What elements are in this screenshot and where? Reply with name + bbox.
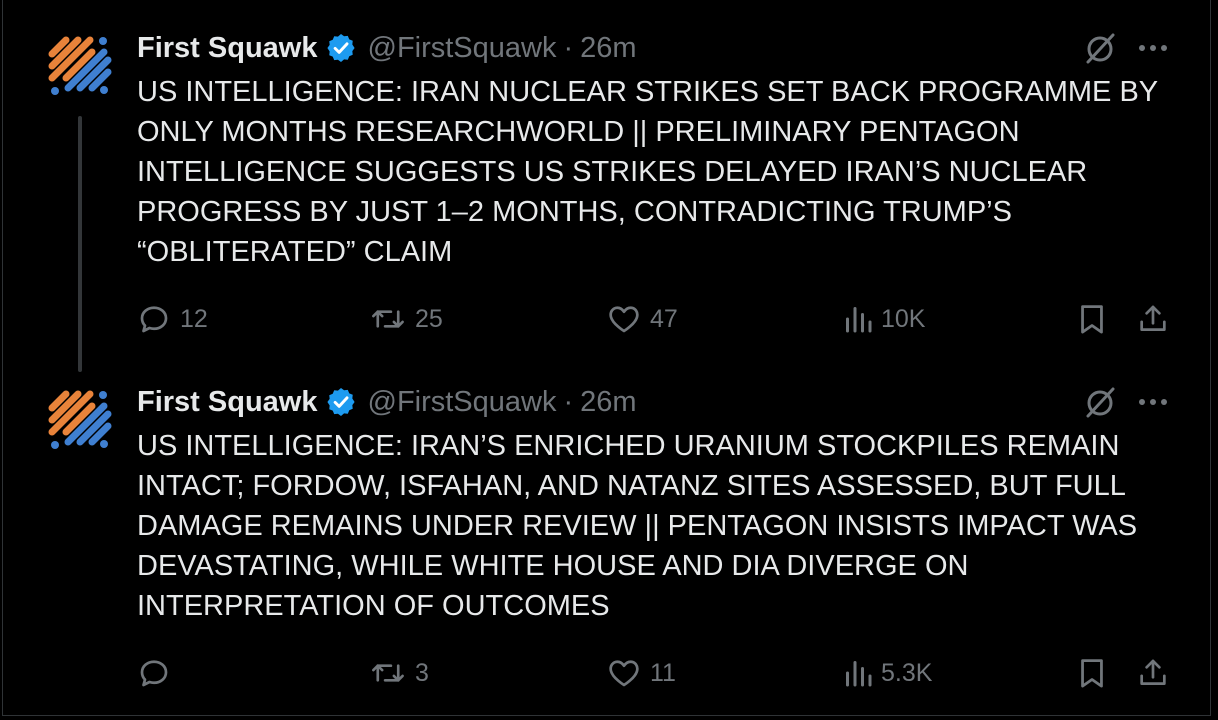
share-icon	[1140, 659, 1166, 685]
tweet-text: US INTELLIGENCE: IRAN’S ENRICHED URANIUM…	[137, 430, 1138, 622]
reply-count: 12	[180, 304, 208, 333]
like-button[interactable]: 11	[606, 650, 676, 696]
tweet-actions: 12 25 47 10K	[0, 296, 1218, 342]
like-count: 11	[650, 658, 676, 687]
reply-button[interactable]	[136, 650, 180, 696]
views-button[interactable]: 5.3K	[843, 650, 932, 696]
author-handle[interactable]: @FirstSquawk	[368, 386, 557, 419]
retweet-button[interactable]: 25	[369, 296, 443, 342]
heart-icon	[609, 660, 639, 687]
views-count: 5.3K	[881, 658, 933, 687]
separator-dot: ·	[563, 385, 574, 418]
author-handle[interactable]: @FirstSquawk	[368, 32, 557, 65]
author-name[interactable]: First Squawk	[137, 32, 318, 65]
share-button[interactable]	[1136, 296, 1170, 342]
author-name[interactable]: First Squawk	[137, 386, 318, 419]
retweet-count: 3	[415, 658, 429, 687]
tweet-timestamp[interactable]: 26m	[580, 386, 636, 419]
retweet-icon	[372, 310, 404, 328]
tweet-header: First Squawk @FirstSquawk · 26m	[137, 382, 637, 422]
verified-badge-icon	[325, 32, 357, 64]
first-squawk-logo-icon	[48, 390, 112, 449]
bookmark-button[interactable]	[1076, 296, 1108, 342]
heart-icon	[609, 306, 639, 333]
retweet-button[interactable]: 3	[369, 650, 429, 696]
bookmark-icon	[1081, 659, 1103, 688]
bookmark-button[interactable]	[1076, 650, 1108, 696]
tweet-text: US INTELLIGENCE: IRAN NUCLEAR STRIKES SE…	[137, 76, 1158, 268]
views-button[interactable]: 10K	[843, 296, 925, 342]
like-button[interactable]: 47	[606, 296, 678, 342]
verified-badge-icon	[325, 386, 357, 418]
tweet-header: First Squawk @FirstSquawk · 26m	[137, 28, 637, 68]
share-icon	[1140, 305, 1166, 331]
share-button[interactable]	[1136, 650, 1170, 696]
views-icon	[846, 661, 872, 687]
reply-icon	[140, 660, 168, 687]
more-options-icon[interactable]	[1136, 36, 1170, 60]
retweet-icon	[372, 664, 404, 682]
grok-icon[interactable]	[1082, 30, 1118, 66]
grok-icon[interactable]	[1082, 384, 1118, 420]
first-squawk-logo-icon	[48, 36, 112, 95]
like-count: 47	[650, 304, 678, 333]
avatar[interactable]	[44, 384, 116, 456]
views-count: 10K	[881, 304, 926, 333]
tweet-timestamp[interactable]: 26m	[580, 32, 636, 65]
more-options-icon[interactable]	[1136, 390, 1170, 414]
reply-button[interactable]: 12	[136, 296, 208, 342]
retweet-count: 25	[415, 304, 443, 333]
avatar[interactable]	[44, 30, 116, 102]
bookmark-icon	[1081, 305, 1103, 334]
separator-dot: ·	[563, 31, 574, 64]
views-icon	[846, 307, 872, 333]
tweet-actions: 3 11 5.3K	[0, 650, 1218, 696]
reply-icon	[140, 306, 168, 333]
